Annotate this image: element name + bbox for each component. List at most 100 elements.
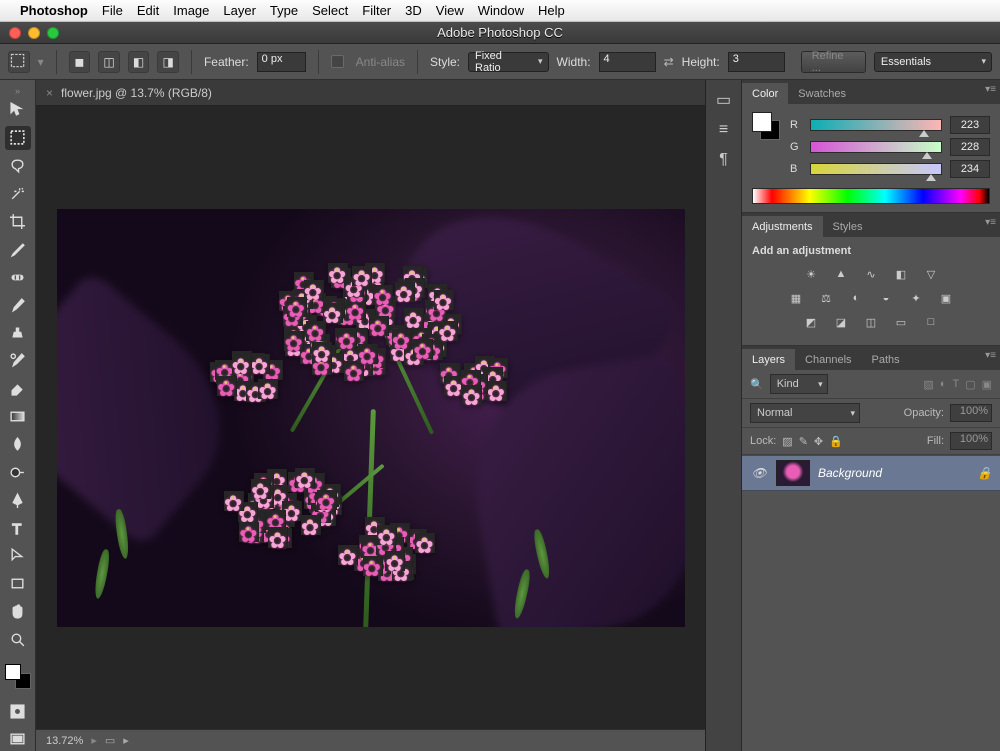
levels-icon[interactable]: ▲ (831, 265, 851, 283)
lasso-tool[interactable] (5, 154, 31, 178)
feather-input[interactable]: 0 px (257, 52, 306, 72)
color-lookup-icon[interactable]: ▣ (936, 289, 956, 307)
clone-stamp-tool[interactable] (5, 321, 31, 345)
filter-adjust-icon[interactable]: ◐ (940, 378, 947, 391)
move-tool[interactable] (5, 98, 31, 122)
color-panel-menu-icon[interactable]: ▾≡ (985, 84, 996, 95)
menu-layer[interactable]: Layer (223, 3, 256, 18)
selective-color-icon[interactable]: □ (921, 313, 941, 331)
refine-edge-button[interactable]: Refine ... (801, 51, 866, 73)
style-select[interactable]: Fixed Ratio (468, 52, 549, 72)
hue-saturation-icon[interactable]: ▦ (786, 289, 806, 307)
healing-brush-tool[interactable] (5, 265, 31, 289)
lock-transparent-icon[interactable]: ▨ (782, 435, 792, 448)
quick-mask-toggle[interactable] (5, 699, 31, 723)
adjustments-panel-menu-icon[interactable]: ▾≡ (985, 217, 996, 228)
layer-thumbnail[interactable] (776, 460, 810, 486)
black-white-icon[interactable]: ◐ (846, 289, 866, 307)
brightness-contrast-icon[interactable]: ☀ (801, 265, 821, 283)
gradient-map-icon[interactable]: ▭ (891, 313, 911, 331)
character-panel-icon[interactable]: ¶ (713, 150, 735, 170)
foreground-background-swatch[interactable] (5, 664, 31, 690)
menu-help[interactable]: Help (538, 3, 565, 18)
posterize-icon[interactable]: ◪ (831, 313, 851, 331)
history-brush-tool[interactable] (5, 349, 31, 373)
marquee-tool[interactable] (5, 126, 31, 150)
layers-list[interactable]: 👁 Background 🔒 (742, 455, 1000, 751)
magic-wand-tool[interactable] (5, 182, 31, 206)
invert-icon[interactable]: ◩ (801, 313, 821, 331)
new-selection-icon[interactable]: ◼ (69, 51, 91, 73)
lock-all-icon[interactable]: 🔒 (829, 435, 843, 448)
tab-layers[interactable]: Layers (742, 349, 795, 370)
lock-position-icon[interactable]: ✥ (814, 435, 823, 448)
width-input[interactable]: 4 (599, 52, 656, 72)
height-input[interactable]: 3 (728, 52, 785, 72)
curves-icon[interactable]: ∿ (861, 265, 881, 283)
swap-wh-icon[interactable]: ⇄ (664, 55, 674, 69)
zoom-tool[interactable] (5, 628, 31, 652)
doc-info-icon[interactable]: ▭ (105, 734, 115, 747)
tab-color[interactable]: Color (742, 83, 788, 104)
tab-swatches[interactable]: Swatches (788, 83, 856, 104)
path-selection-tool[interactable] (5, 544, 31, 568)
channel-mixer-icon[interactable]: ✦ (906, 289, 926, 307)
menu-view[interactable]: View (436, 3, 464, 18)
menu-file[interactable]: File (102, 3, 123, 18)
canvas-area[interactable] (36, 106, 705, 729)
rectangle-tool[interactable] (5, 572, 31, 596)
layer-name[interactable]: Background (818, 466, 882, 480)
fill-input[interactable]: 100% (950, 432, 992, 450)
properties-panel-icon[interactable]: ≡ (713, 120, 735, 140)
layer-row[interactable]: 👁 Background 🔒 (742, 455, 1000, 491)
menu-image[interactable]: Image (173, 3, 209, 18)
r-slider[interactable] (810, 119, 942, 131)
tab-styles[interactable]: Styles (823, 216, 873, 237)
filter-smart-icon[interactable]: ▣ (982, 378, 992, 391)
filter-type-icon[interactable]: T (952, 378, 959, 391)
lock-pixels-icon[interactable]: ✎ (799, 435, 808, 448)
menu-select[interactable]: Select (312, 3, 348, 18)
layers-panel-menu-icon[interactable]: ▾≡ (985, 350, 996, 361)
threshold-icon[interactable]: ◫ (861, 313, 881, 331)
b-value[interactable]: 234 (950, 160, 990, 178)
color-spectrum[interactable] (752, 188, 990, 204)
app-menu[interactable]: Photoshop (20, 3, 88, 18)
menu-type[interactable]: Type (270, 3, 298, 18)
type-tool[interactable]: T (5, 516, 31, 540)
filter-shape-icon[interactable]: ▢ (965, 378, 975, 391)
color-fg-bg-swatch[interactable] (752, 112, 780, 140)
tab-adjustments[interactable]: Adjustments (742, 216, 823, 237)
menu-window[interactable]: Window (478, 3, 524, 18)
layer-filter-select[interactable]: Kind (770, 374, 828, 394)
zoom-level[interactable]: 13.72% (46, 735, 83, 747)
blur-tool[interactable] (5, 433, 31, 457)
crop-tool[interactable] (5, 210, 31, 234)
tab-paths[interactable]: Paths (862, 349, 910, 370)
photo-filter-icon[interactable]: ◒ (876, 289, 896, 307)
g-value[interactable]: 228 (950, 138, 990, 156)
history-panel-icon[interactable]: ▭ (713, 90, 735, 110)
filter-pixel-icon[interactable]: ▧ (923, 378, 933, 391)
r-value[interactable]: 223 (950, 116, 990, 134)
eraser-tool[interactable] (5, 377, 31, 401)
dodge-tool[interactable] (5, 460, 31, 484)
exposure-icon[interactable]: ◧ (891, 265, 911, 283)
document-canvas[interactable] (57, 209, 685, 627)
opacity-input[interactable]: 100% (950, 404, 992, 422)
intersect-selection-icon[interactable]: ◨ (157, 51, 179, 73)
subtract-selection-icon[interactable]: ◧ (128, 51, 150, 73)
pen-tool[interactable] (5, 488, 31, 512)
menu-3d[interactable]: 3D (405, 3, 422, 18)
b-slider[interactable] (810, 163, 942, 175)
hand-tool[interactable] (5, 600, 31, 624)
close-tab-icon[interactable]: × (46, 86, 53, 100)
tab-channels[interactable]: Channels (795, 349, 861, 370)
doc-info-menu-icon[interactable]: ▸ (123, 734, 129, 747)
color-balance-icon[interactable]: ⚖ (816, 289, 836, 307)
document-tab[interactable]: × flower.jpg @ 13.7% (RGB/8) (36, 80, 705, 106)
menu-filter[interactable]: Filter (362, 3, 391, 18)
layer-visibility-icon[interactable]: 👁 (750, 466, 768, 480)
gradient-tool[interactable] (5, 405, 31, 429)
tool-preset-icon[interactable] (8, 51, 30, 73)
